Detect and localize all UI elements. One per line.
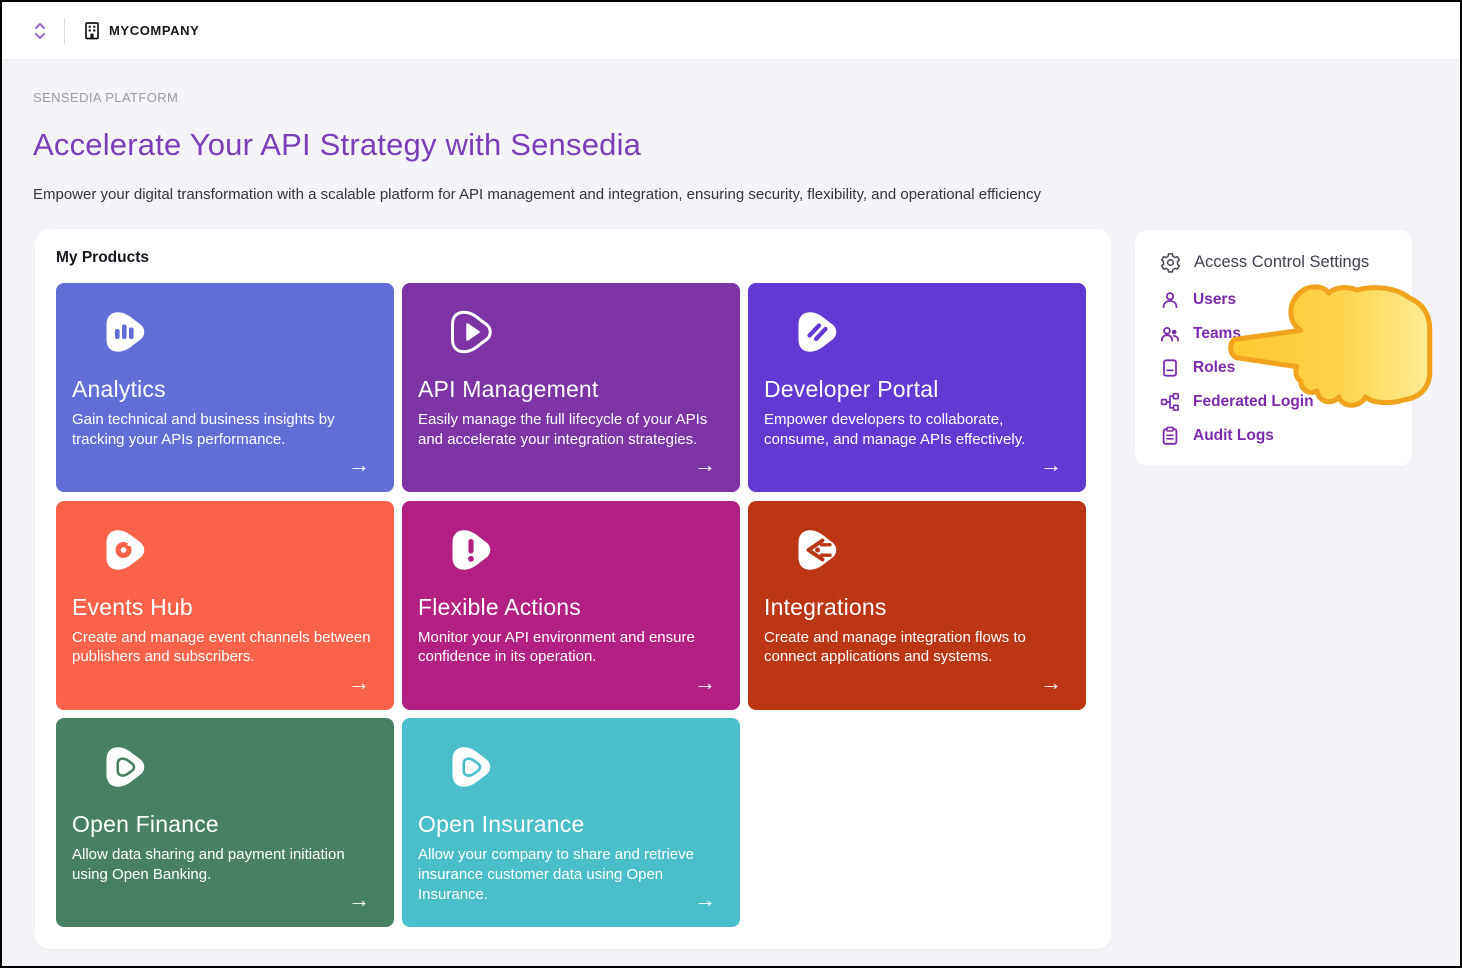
- product-card-description: Allow your company to share and retrieve…: [418, 845, 724, 905]
- analytics-icon: [102, 308, 150, 356]
- arrow-right-icon[interactable]: →: [348, 672, 370, 694]
- integrations-icon: [794, 526, 842, 574]
- access-control-header: Access Control Settings: [1160, 250, 1392, 274]
- access-control-panel: Access Control Settings Users Teams Role…: [1135, 230, 1412, 466]
- chevron-up-down-icon: [32, 21, 48, 41]
- open-finance-icon: [102, 743, 150, 791]
- access-control-title: Access Control Settings: [1194, 253, 1369, 272]
- arrow-right-icon[interactable]: →: [1040, 454, 1062, 476]
- access-link-roles[interactable]: Roles: [1160, 357, 1392, 378]
- product-card-analytics[interactable]: Analytics Gain technical and business ins…: [56, 283, 394, 492]
- product-card-title: Events Hub: [72, 594, 378, 621]
- access-link-teams[interactable]: Teams: [1160, 323, 1392, 344]
- product-card-open-insurance[interactable]: Open Insurance Allow your company to shar…: [402, 718, 740, 927]
- access-link-label: Users: [1193, 291, 1236, 309]
- product-card-title: Open Finance: [72, 811, 378, 838]
- product-card-description: Create and manage integration flows to c…: [764, 628, 1070, 668]
- gear-icon: [1160, 252, 1181, 273]
- flexible-actions-icon: [448, 526, 496, 574]
- topbar-divider: [64, 18, 65, 44]
- page-header: SENSEDIA PLATFORM Accelerate Your API St…: [33, 90, 1133, 203]
- access-link-label: Audit Logs: [1193, 427, 1274, 445]
- product-card-title: Developer Portal: [764, 376, 1070, 403]
- product-card-events-hub[interactable]: Events Hub Create and manage event channe…: [56, 501, 394, 710]
- user-icon: [1160, 290, 1180, 310]
- app-window: MYCOMPANY SENSEDIA PLATFORM Accelerate Y…: [0, 0, 1462, 968]
- api-management-icon: [448, 308, 496, 356]
- developer-portal-icon: [794, 308, 842, 356]
- platform-eyebrow: SENSEDIA PLATFORM: [33, 90, 1133, 105]
- page-subtitle: Empower your digital transformation with…: [33, 186, 1133, 203]
- arrow-right-icon[interactable]: →: [348, 889, 370, 911]
- document-icon: [1160, 358, 1180, 378]
- arrow-right-icon[interactable]: →: [1040, 672, 1062, 694]
- product-card-description: Gain technical and business insights by …: [72, 410, 378, 450]
- arrow-right-icon[interactable]: →: [694, 889, 716, 911]
- organization-selector[interactable]: MYCOMPANY: [83, 21, 199, 40]
- product-card-integrations[interactable]: Integrations Create and manage integratio…: [748, 501, 1086, 710]
- topbar: MYCOMPANY: [2, 2, 1460, 60]
- open-insurance-icon: [448, 743, 496, 791]
- product-card-developer-portal[interactable]: Developer Portal Empower developers to co…: [748, 283, 1086, 492]
- access-link-audit-logs[interactable]: Audit Logs: [1160, 425, 1392, 446]
- team-icon: [1160, 324, 1180, 344]
- arrow-right-icon[interactable]: →: [694, 454, 716, 476]
- page-title: Accelerate Your API Strategy with Sensed…: [33, 127, 1133, 163]
- product-card-title: Integrations: [764, 594, 1070, 621]
- product-card-title: Analytics: [72, 376, 378, 403]
- product-cards-grid: Analytics Gain technical and business ins…: [56, 283, 1086, 927]
- arrow-right-icon[interactable]: →: [348, 454, 370, 476]
- access-control-links: Users Teams Roles Federated Login Audit …: [1160, 289, 1392, 446]
- arrow-right-icon[interactable]: →: [694, 672, 716, 694]
- access-link-label: Roles: [1193, 359, 1235, 377]
- product-card-description: Easily manage the full lifecycle of your…: [418, 410, 724, 450]
- products-section-title: My Products: [56, 249, 149, 267]
- access-link-federated-login[interactable]: Federated Login: [1160, 391, 1392, 412]
- product-card-open-finance[interactable]: Open Finance Allow data sharing and payme…: [56, 718, 394, 927]
- product-card-title: Open Insurance: [418, 811, 724, 838]
- product-card-flexible-actions[interactable]: Flexible Actions Monitor your API environ…: [402, 501, 740, 710]
- product-card-description: Allow data sharing and payment initiatio…: [72, 845, 378, 885]
- access-link-label: Federated Login: [1193, 393, 1314, 411]
- product-card-title: API Management: [418, 376, 724, 403]
- product-card-title: Flexible Actions: [418, 594, 724, 621]
- product-card-description: Monitor your API environment and ensure …: [418, 628, 724, 668]
- hierarchy-icon: [1160, 392, 1180, 412]
- access-link-users[interactable]: Users: [1160, 289, 1392, 310]
- building-icon: [83, 21, 101, 40]
- company-name: MYCOMPANY: [109, 23, 199, 38]
- clipboard-icon: [1160, 426, 1180, 446]
- events-hub-icon: [102, 526, 150, 574]
- product-card-api-management[interactable]: API Management Easily manage the full lif…: [402, 283, 740, 492]
- product-card-description: Create and manage event channels between…: [72, 628, 378, 668]
- my-products-panel: My Products Analytics Gain technical and …: [35, 229, 1111, 949]
- product-card-description: Empower developers to collaborate, consu…: [764, 410, 1070, 450]
- access-link-label: Teams: [1193, 325, 1241, 343]
- sidebar-collapse-button[interactable]: [30, 20, 50, 42]
